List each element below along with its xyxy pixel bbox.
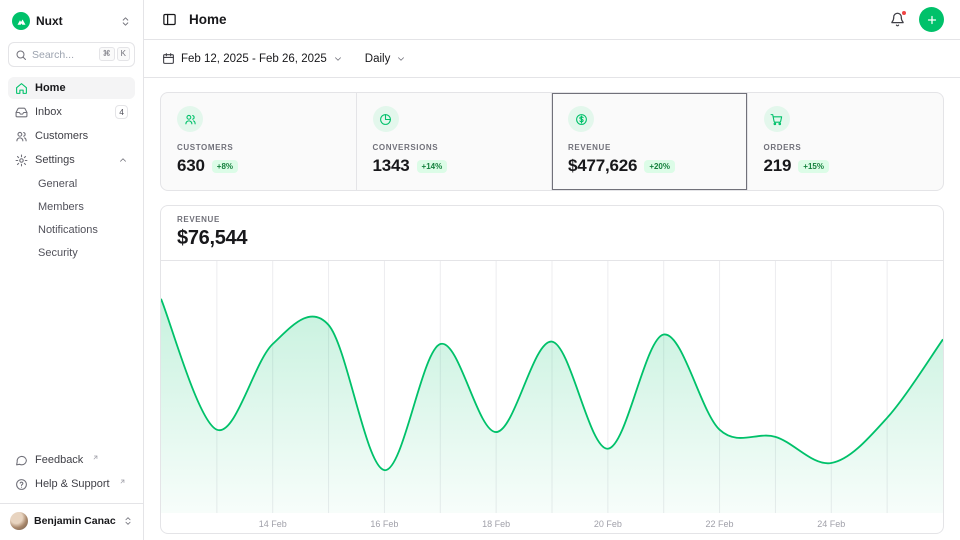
chevron-up-down-icon — [123, 516, 133, 526]
stat-value: 1343 — [373, 156, 410, 176]
svg-text:18 Feb: 18 Feb — [482, 519, 510, 529]
circle-dollar-icon — [568, 106, 594, 132]
help-support-label: Help & Support — [35, 478, 110, 490]
revenue-chart-body[interactable]: 14 Feb 16 Feb 18 Feb 20 Feb 22 Feb 24 Feb — [161, 261, 943, 533]
sidebar-item-security[interactable]: Security — [8, 242, 135, 263]
external-link-icon — [92, 454, 99, 461]
users-icon — [15, 130, 28, 143]
revenue-chart[interactable]: 14 Feb 16 Feb 18 Feb 20 Feb 22 Feb 24 Feb — [161, 261, 943, 533]
new-button[interactable] — [919, 7, 944, 32]
delta-badge: +8% — [212, 160, 238, 173]
help-support-link[interactable]: Help & Support — [8, 473, 135, 495]
app-root: Nuxt ⌘ K Home — [0, 0, 960, 540]
content: CUSTOMERS 630 +8% CONVERSIONS 1343 +14% — [144, 78, 960, 540]
sidebar-item-label: Inbox — [35, 106, 62, 118]
users-icon — [177, 106, 203, 132]
nuxt-logo-icon — [12, 12, 30, 30]
avatar — [10, 512, 28, 530]
sidebar-item-customers[interactable]: Customers — [8, 125, 135, 147]
period-label: Daily — [365, 53, 391, 65]
svg-text:22 Feb: 22 Feb — [706, 519, 734, 529]
notification-dot — [901, 10, 907, 16]
kbd-cmd: ⌘ — [99, 47, 115, 61]
chevron-down-icon — [333, 54, 343, 64]
user-menu[interactable]: Benjamin Canac — [0, 503, 143, 532]
feedback-label: Feedback — [35, 454, 83, 466]
sidebar: Nuxt ⌘ K Home — [0, 0, 144, 540]
stat-card-orders[interactable]: ORDERS 219 +15% — [748, 93, 944, 190]
toolbar: Feb 12, 2025 - Feb 26, 2025 Daily — [144, 40, 960, 78]
sidebar-item-label: Home — [35, 82, 66, 94]
gear-icon — [15, 154, 28, 167]
stat-label: REVENUE — [568, 143, 731, 152]
stat-label: CONVERSIONS — [373, 143, 536, 152]
date-range-label: Feb 12, 2025 - Feb 26, 2025 — [181, 53, 327, 65]
sidebar-item-notifications[interactable]: Notifications — [8, 219, 135, 240]
stat-card-revenue[interactable]: REVENUE $477,626 +20% — [552, 93, 748, 190]
stats-grid: CUSTOMERS 630 +8% CONVERSIONS 1343 +14% — [160, 92, 944, 191]
revenue-chart-card: REVENUE $76,544 14 Feb 16 Feb 18 Feb 20 Feb… — [160, 205, 944, 534]
feedback-link[interactable]: Feedback — [8, 449, 135, 471]
svg-text:16 Feb: 16 Feb — [370, 519, 398, 529]
period-select[interactable]: Daily — [363, 49, 409, 69]
workspace-switcher[interactable]: Nuxt — [8, 8, 135, 34]
delta-badge: +20% — [644, 160, 675, 173]
chevron-up-down-icon — [120, 16, 131, 27]
search-box: ⌘ K — [8, 42, 135, 67]
main-area: Home Feb 12, 2025 - Feb 26, 2025 — [144, 0, 960, 540]
stat-value: 219 — [764, 156, 792, 176]
sidebar-item-inbox[interactable]: Inbox 4 — [8, 101, 135, 123]
stat-label: ORDERS — [764, 143, 928, 152]
external-link-icon — [119, 478, 126, 485]
inbox-count-badge: 4 — [115, 105, 128, 120]
message-icon — [15, 454, 28, 467]
shopping-cart-icon — [764, 106, 790, 132]
sidebar-nav: Home Inbox 4 Customers Settings — [8, 77, 135, 449]
search-shortcut: ⌘ K — [99, 47, 130, 61]
stat-value: 630 — [177, 156, 205, 176]
workspace-name: Nuxt — [36, 14, 63, 28]
header: Home — [144, 0, 960, 40]
inbox-icon — [15, 106, 28, 119]
date-range-button[interactable]: Feb 12, 2025 - Feb 26, 2025 — [160, 48, 345, 69]
calendar-icon — [162, 52, 175, 65]
chart-pie-icon — [373, 106, 399, 132]
sidebar-item-settings[interactable]: Settings — [8, 149, 135, 171]
svg-text:24 Feb: 24 Feb — [817, 519, 845, 529]
sidebar-toggle-button[interactable] — [160, 10, 179, 29]
question-circle-icon — [15, 478, 28, 491]
sidebar-footer: Feedback Help & Support — [8, 449, 135, 495]
chart-value: $76,544 — [177, 227, 927, 250]
stat-card-conversions[interactable]: CONVERSIONS 1343 +14% — [357, 93, 553, 190]
stat-card-customers[interactable]: CUSTOMERS 630 +8% — [161, 93, 357, 190]
chevron-down-icon — [396, 54, 406, 64]
stat-label: CUSTOMERS — [177, 143, 340, 152]
sidebar-item-members[interactable]: Members — [8, 196, 135, 217]
sidebar-item-general[interactable]: General — [8, 173, 135, 194]
user-name: Benjamin Canac — [34, 515, 116, 527]
delta-badge: +15% — [798, 160, 829, 173]
svg-text:14 Feb: 14 Feb — [259, 519, 287, 529]
home-icon — [15, 82, 28, 95]
sidebar-item-label: Settings — [35, 154, 75, 166]
chart-header: REVENUE $76,544 — [161, 206, 943, 261]
stat-value: $477,626 — [568, 156, 637, 176]
notifications-button[interactable] — [888, 10, 907, 29]
sidebar-item-home[interactable]: Home — [8, 77, 135, 99]
search-icon — [15, 48, 27, 66]
sidebar-item-label: Customers — [35, 130, 88, 142]
chevron-up-icon — [118, 155, 128, 165]
svg-text:20 Feb: 20 Feb — [594, 519, 622, 529]
delta-badge: +14% — [417, 160, 448, 173]
page-title: Home — [189, 12, 227, 27]
chart-label: REVENUE — [177, 215, 927, 224]
kbd-k: K — [117, 47, 130, 61]
